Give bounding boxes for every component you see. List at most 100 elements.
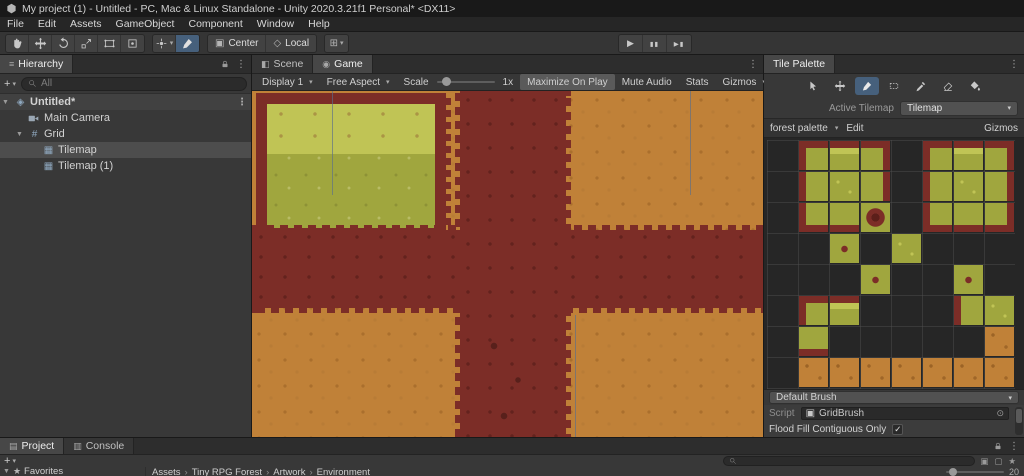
maximize-on-play-toggle[interactable]: Maximize On Play xyxy=(520,74,615,90)
panel-menu-icon[interactable]: ⋮ xyxy=(1009,441,1019,452)
project-search-input[interactable] xyxy=(740,456,970,466)
hierarchy-item-tilemap-1[interactable]: ▦ Tilemap (1) xyxy=(0,158,251,174)
menu-item-component[interactable]: Component xyxy=(181,18,249,30)
panel-menu-icon[interactable]: ⋮ xyxy=(236,59,246,70)
lock-icon[interactable] xyxy=(220,59,230,69)
palette-tile[interactable] xyxy=(954,203,983,232)
icon-size-slider[interactable] xyxy=(945,468,1004,476)
object-picker-icon[interactable]: ⊙ xyxy=(996,408,1004,419)
hand-tool-icon[interactable] xyxy=(6,34,29,52)
scale-tool-icon[interactable] xyxy=(75,34,98,52)
display-dropdown[interactable]: Display 1 ▾ xyxy=(255,74,320,90)
palette-tile[interactable] xyxy=(923,358,952,387)
breadcrumb-artwork[interactable]: Artwork xyxy=(273,467,305,476)
foldout-icon[interactable]: ▼ xyxy=(3,468,10,475)
panel-menu-icon[interactable]: ⋮ xyxy=(1009,59,1019,70)
palette-tile[interactable] xyxy=(830,234,859,263)
pivot-toggle-button[interactable]: ▣ Center xyxy=(208,34,267,52)
game-viewport[interactable] xyxy=(252,91,763,437)
palette-tile[interactable] xyxy=(985,141,1014,170)
palette-tile[interactable] xyxy=(799,358,828,387)
palette-tile[interactable] xyxy=(830,358,859,387)
tab-tile-palette[interactable]: Tile Palette xyxy=(764,55,836,73)
rect-tool-icon[interactable] xyxy=(98,34,121,52)
flood-fill-checkbox[interactable]: ✓ xyxy=(892,423,904,435)
move-tool-icon[interactable] xyxy=(29,34,52,52)
tab-project[interactable]: ▤ Project xyxy=(0,438,65,454)
search-by-label-icon[interactable]: ▢ xyxy=(994,456,1002,467)
select-tool-icon[interactable] xyxy=(801,77,825,95)
palette-grid[interactable] xyxy=(767,140,1015,389)
favorites-item[interactable]: ▼ ★ Favorites xyxy=(0,467,146,476)
palette-tile[interactable] xyxy=(830,172,859,201)
palette-tile[interactable] xyxy=(830,203,859,232)
play-button[interactable]: ▶ xyxy=(619,35,643,52)
scene-row[interactable]: ▼ ◈ Untitled* ⋮ xyxy=(0,94,251,110)
transform-combined-tool-icon[interactable] xyxy=(121,35,144,52)
flood-fill-tool-icon[interactable] xyxy=(963,77,987,95)
palette-grid-area[interactable] xyxy=(764,138,1024,389)
edit-button[interactable]: Edit xyxy=(846,123,863,134)
create-object-button[interactable]: + ▾ xyxy=(4,78,16,90)
menu-item-file[interactable]: File xyxy=(0,18,31,30)
menu-item-window[interactable]: Window xyxy=(250,18,301,30)
palette-tile[interactable] xyxy=(861,203,890,232)
tab-game[interactable]: ◉ Game xyxy=(313,55,373,73)
palette-tile[interactable] xyxy=(954,141,983,170)
palette-tile[interactable] xyxy=(799,327,828,356)
paint-brush-tool-icon[interactable] xyxy=(855,77,879,95)
default-brush-dropdown[interactable]: Default Brush ▾ xyxy=(769,391,1019,404)
palette-gizmos-button[interactable]: Gizmos xyxy=(984,123,1018,134)
tile-palette-brush-tool-icon[interactable] xyxy=(176,34,199,52)
lock-icon[interactable] xyxy=(993,441,1003,451)
palette-tile[interactable] xyxy=(861,141,890,170)
hierarchy-search[interactable] xyxy=(20,76,247,91)
palette-tile[interactable] xyxy=(954,265,983,294)
breadcrumb-assets[interactable]: Assets xyxy=(152,467,181,476)
rotate-tool-icon[interactable] xyxy=(52,34,75,52)
scale-slider-handle[interactable] xyxy=(441,77,451,86)
palette-tile[interactable] xyxy=(799,296,828,325)
search-by-type-icon[interactable]: ▣ xyxy=(980,456,988,467)
palette-tile[interactable] xyxy=(985,296,1014,325)
create-asset-button[interactable]: + ▾ xyxy=(4,455,16,467)
palette-tile[interactable] xyxy=(954,358,983,387)
palette-tile[interactable] xyxy=(799,141,828,170)
tab-scene[interactable]: ◧ Scene xyxy=(252,55,314,73)
box-fill-tool-icon[interactable] xyxy=(882,77,906,95)
tab-hierarchy[interactable]: ≡ Hierarchy xyxy=(0,55,74,73)
tab-console[interactable]: ▥ Console xyxy=(64,438,135,454)
palette-tile[interactable] xyxy=(799,172,828,201)
palette-tile[interactable] xyxy=(985,358,1014,387)
palette-tile[interactable] xyxy=(985,327,1014,356)
aspect-dropdown[interactable]: Free Aspect ▾ xyxy=(320,74,397,90)
space-toggle-button[interactable]: ◇ Local xyxy=(266,35,316,52)
pause-button[interactable]: ▮▮ xyxy=(643,35,667,52)
eraser-tool-icon[interactable] xyxy=(936,77,960,95)
move-selection-tool-icon[interactable] xyxy=(828,77,852,95)
panel-menu-icon[interactable]: ⋮ xyxy=(748,59,758,70)
hierarchy-item-tilemap[interactable]: ▦ Tilemap xyxy=(0,142,251,158)
scale-slider[interactable] xyxy=(436,77,495,86)
active-tilemap-dropdown[interactable]: Tilemap ▾ xyxy=(900,100,1018,116)
breadcrumb-environment[interactable]: Environment xyxy=(317,467,370,476)
menu-item-help[interactable]: Help xyxy=(301,18,337,30)
brush-settings-scrollbar[interactable] xyxy=(1015,407,1023,435)
palette-tile[interactable] xyxy=(985,203,1014,232)
script-object-field[interactable]: ▣ GridBrush ⊙ xyxy=(800,406,1009,420)
menu-item-gameobject[interactable]: GameObject xyxy=(109,18,182,30)
palette-tile[interactable] xyxy=(923,203,952,232)
palette-tile[interactable] xyxy=(954,172,983,201)
hierarchy-search-input[interactable] xyxy=(40,78,240,89)
palette-tile[interactable] xyxy=(923,172,952,201)
palette-tile[interactable] xyxy=(861,358,890,387)
palette-tile[interactable] xyxy=(954,296,983,325)
palette-tile[interactable] xyxy=(830,141,859,170)
palette-tile[interactable] xyxy=(923,141,952,170)
custom-editor-tools-icon[interactable]: ▾ xyxy=(153,34,176,52)
palette-tile[interactable] xyxy=(799,203,828,232)
palette-dropdown[interactable]: forest palette ▾ xyxy=(770,123,838,134)
picker-tool-icon[interactable] xyxy=(909,77,933,95)
mute-audio-toggle[interactable]: Mute Audio xyxy=(615,74,679,90)
foldout-icon[interactable]: ▼ xyxy=(0,99,11,106)
